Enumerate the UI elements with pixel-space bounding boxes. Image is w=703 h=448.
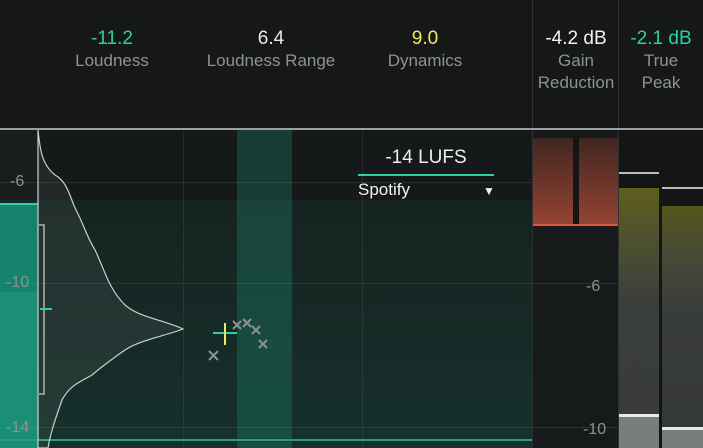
loudness-history-panel[interactable]: -6 -10 -14 -14 LUFS Spotify ▼ xyxy=(0,130,532,448)
target-preset-label: Spotify xyxy=(358,180,410,199)
panel-divider xyxy=(532,130,533,448)
scatter-markers xyxy=(208,318,268,361)
dynamics-metric: 9.0 Dynamics xyxy=(370,28,480,72)
gain-reduction-meter: -6 -10 xyxy=(533,130,619,448)
true-peak-metric: -2.1 dB True Peak xyxy=(619,28,703,94)
gain-reduction-line xyxy=(533,224,619,226)
metrics-header: -11.2 Loudness 6.4 Loudness Range 9.0 Dy… xyxy=(0,0,703,129)
caret-down-icon: ▼ xyxy=(483,184,495,198)
gain-reduction-metric: -4.2 dB Gain Reduction xyxy=(533,28,619,94)
dynamics-value: 9.0 xyxy=(411,28,439,49)
true-peak-value: -2.1 dB xyxy=(630,28,692,49)
target-preset-dropdown[interactable]: Spotify ▼ xyxy=(358,180,498,202)
loudness-metric: -11.2 Loudness xyxy=(52,28,172,72)
dynamics-label: Dynamics xyxy=(387,51,463,70)
true-peak-label-1: True xyxy=(643,51,679,70)
peak-hold-right xyxy=(662,187,703,189)
loudness-range-label: Loudness Range xyxy=(206,51,336,70)
gain-reduction-label-1: Gain xyxy=(558,51,594,70)
peak-hold-left xyxy=(619,172,659,174)
target-value: -14 LUFS xyxy=(385,147,467,168)
gr-tick-label: -10 xyxy=(583,421,607,438)
loudness-range-metric: 6.4 Loudness Range xyxy=(196,28,346,72)
true-peak-meter xyxy=(619,130,703,448)
gridline xyxy=(533,283,619,284)
axis-tick-label: -14 xyxy=(6,419,30,436)
gain-reduction-label-2: Reduction xyxy=(537,73,615,92)
target-underline xyxy=(358,174,494,176)
loudness-value: -11.2 xyxy=(91,28,133,49)
loudness-range-value: 6.4 xyxy=(257,28,285,49)
peak-bar-right xyxy=(662,206,703,448)
distribution-graph xyxy=(37,130,268,448)
true-peak-label-2: Peak xyxy=(641,73,681,92)
header-divider-gr xyxy=(532,0,533,129)
axis-tick-label: -6 xyxy=(10,173,25,190)
peak-bottom-left-fill xyxy=(619,417,659,448)
gain-reduction-bar xyxy=(573,136,579,224)
peak-bar-left xyxy=(619,188,659,448)
gr-tick-label: -6 xyxy=(586,278,601,295)
axis-tick-label: -10 xyxy=(6,274,30,291)
distribution-curve xyxy=(37,130,185,448)
header-divider-tp xyxy=(618,0,619,129)
loudness-label: Loudness xyxy=(75,51,149,70)
peak-bottom-right-fill xyxy=(662,430,703,448)
gain-reduction-value: -4.2 dB xyxy=(545,28,607,49)
